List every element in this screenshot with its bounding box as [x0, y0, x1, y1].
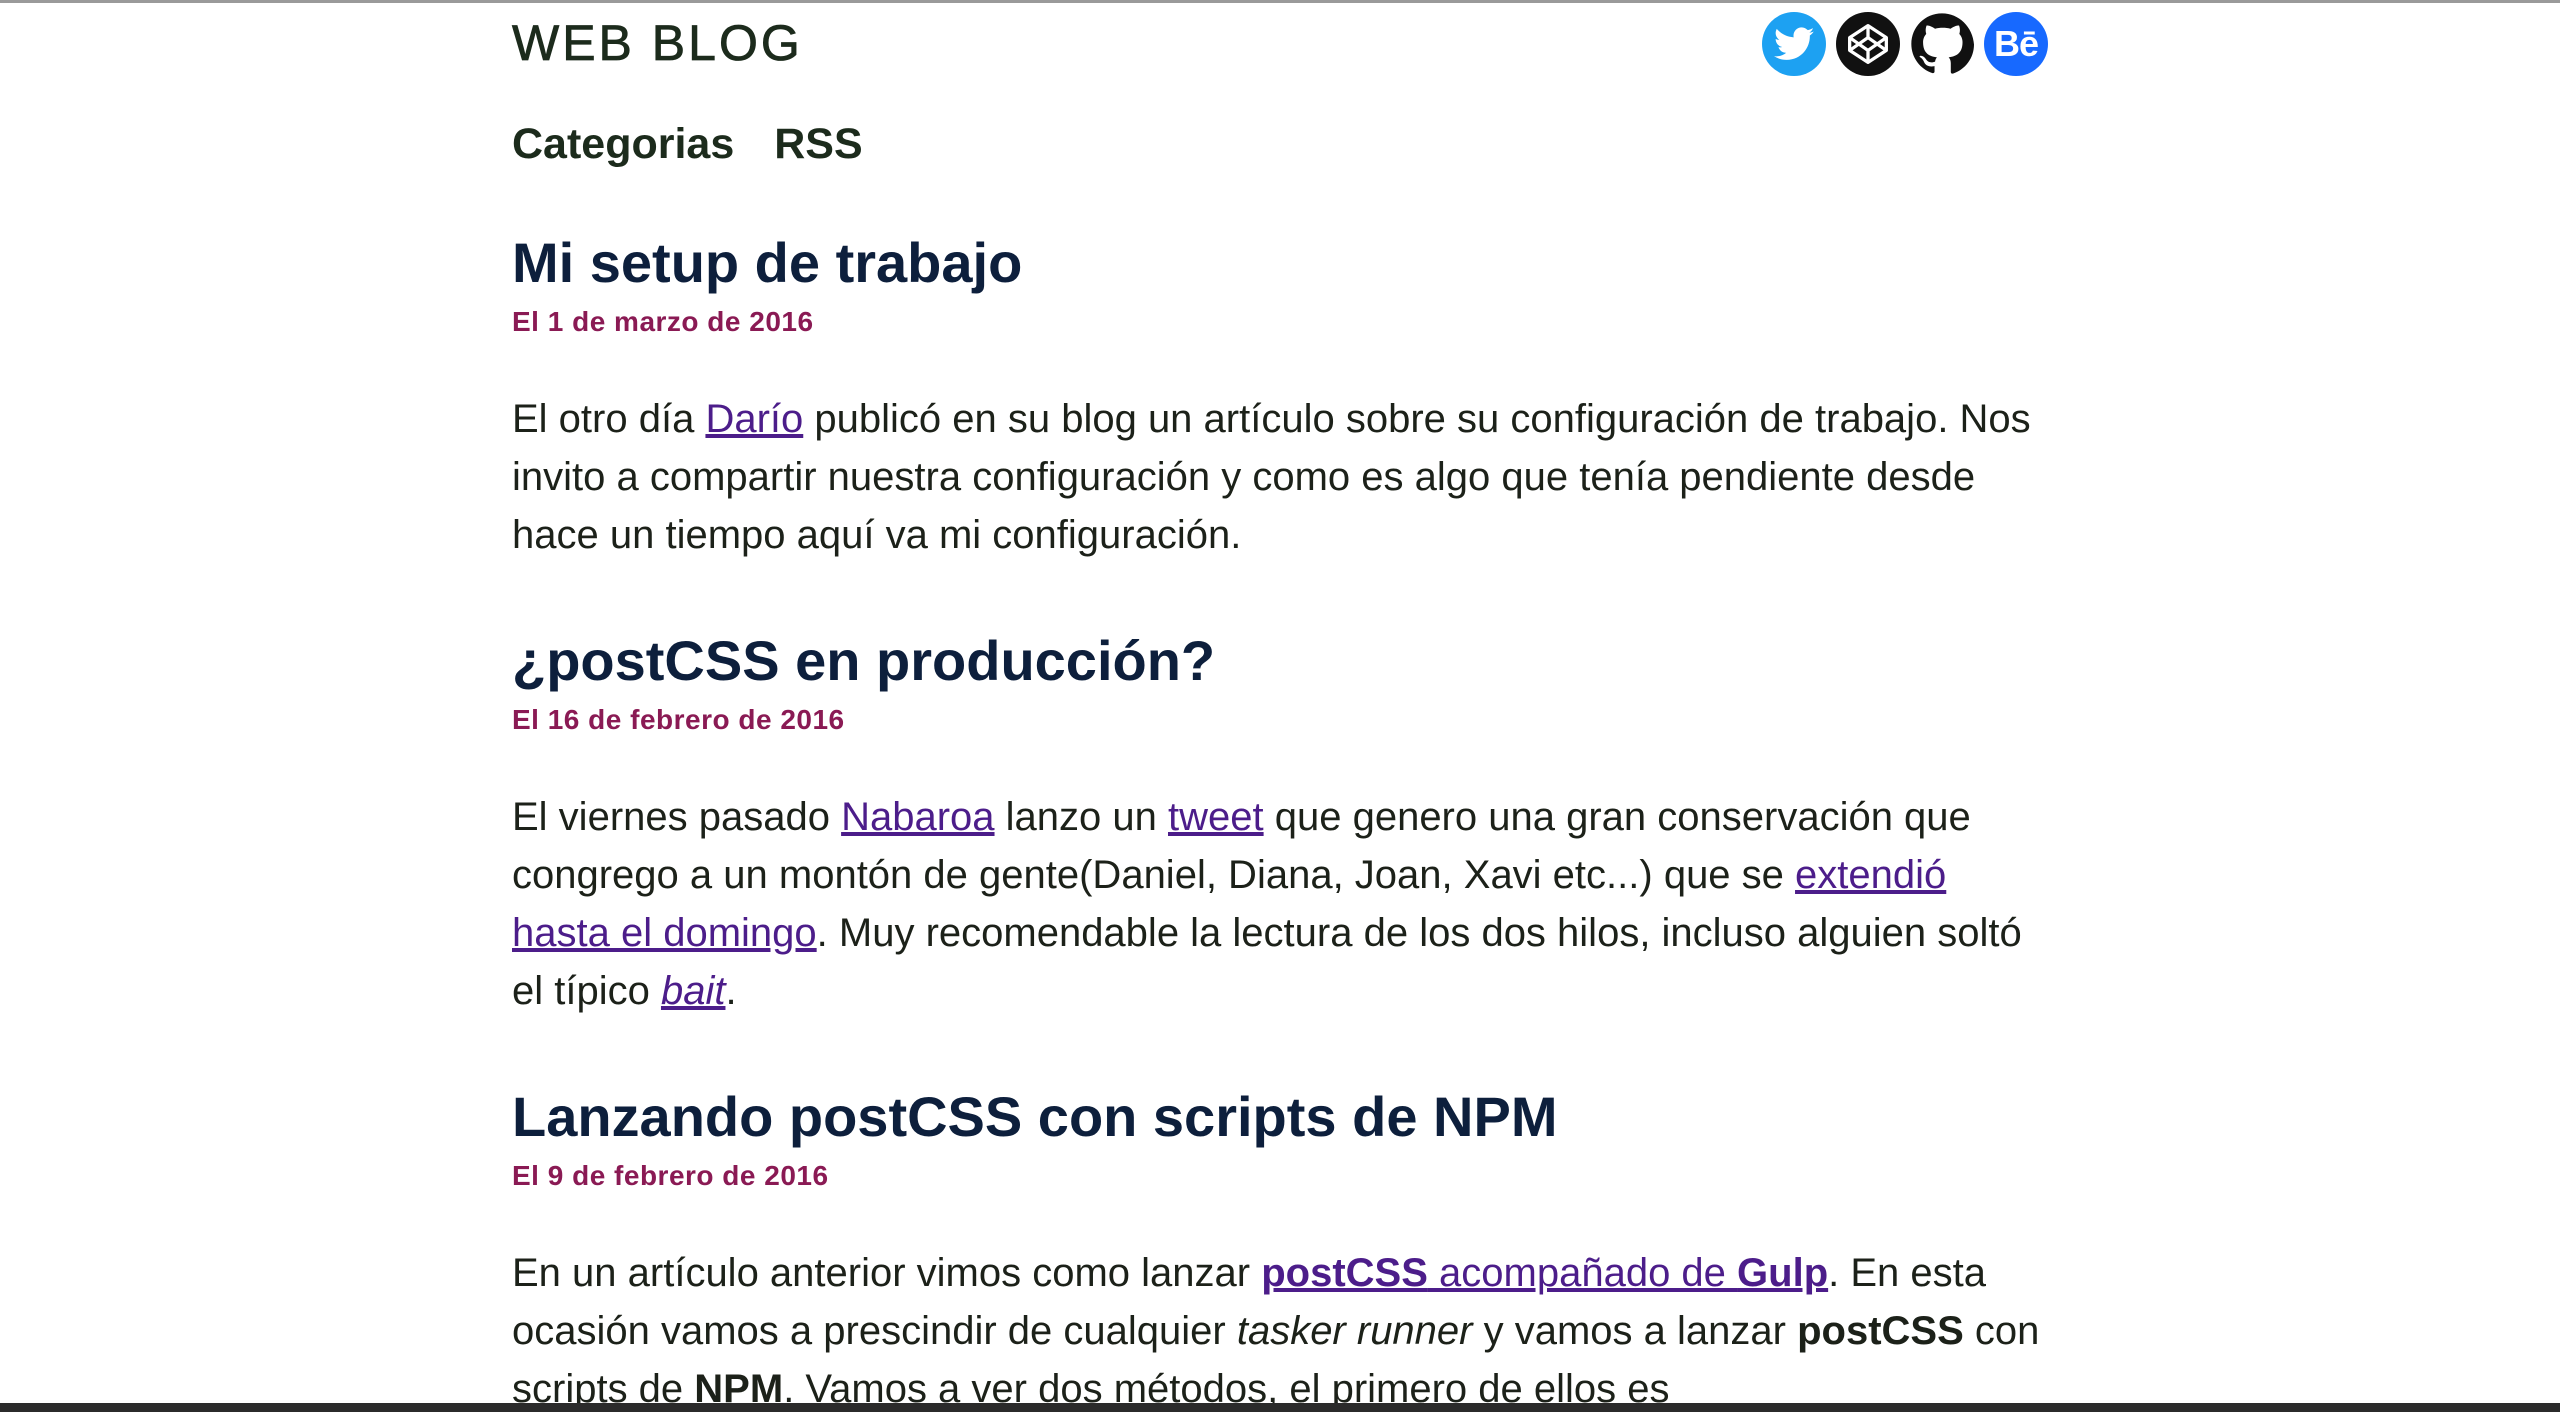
post-link[interactable]: Darío: [705, 397, 803, 441]
post-date: El 9 de febrero de 2016: [512, 1159, 829, 1191]
excerpt-text: .: [725, 968, 737, 1013]
site-title[interactable]: WEB BLOG: [512, 14, 803, 72]
post-title[interactable]: Mi setup de trabajo: [512, 232, 2048, 294]
nav-categories-link[interactable]: Categorias: [512, 120, 734, 169]
bold-text: postCSS: [1797, 1308, 1964, 1353]
post-item: Lanzando postCSS con scripts de NPM El 9…: [512, 1086, 2048, 1418]
nav-rss-link[interactable]: RSS: [774, 120, 862, 169]
emphasis-text: tasker runner: [1236, 1308, 1473, 1353]
post-link[interactable]: bait: [661, 969, 726, 1013]
window-bottom-border: [0, 1403, 2560, 1412]
post-item: ¿postCSS en producción? El 16 de febrero…: [512, 630, 2048, 1020]
window-top-border: [0, 0, 2560, 3]
excerpt-text: lanzo un: [994, 794, 1168, 839]
main-nav: Categorias RSS: [512, 120, 863, 169]
link-bold-text: postCSS: [1261, 1250, 1428, 1295]
link-bold-text: Gulp: [1737, 1250, 1829, 1295]
post-title[interactable]: Lanzando postCSS con scripts de NPM: [512, 1086, 2048, 1148]
codepen-icon[interactable]: [1836, 12, 1900, 76]
excerpt-text: El viernes pasado: [512, 794, 842, 839]
post-excerpt: El otro día Darío publicó en su blog un …: [512, 390, 2048, 564]
twitter-icon[interactable]: [1762, 12, 1826, 76]
post-link[interactable]: tweet: [1168, 795, 1264, 839]
social-links: Bē: [1762, 12, 2048, 76]
post-date: El 16 de febrero de 2016: [512, 703, 845, 735]
post-link[interactable]: postCSS acompañado de Gulp: [1261, 1251, 1828, 1295]
post-item: Mi setup de trabajo El 1 de marzo de 201…: [512, 232, 2048, 564]
github-icon[interactable]: [1910, 12, 1974, 76]
excerpt-text: En un artículo anterior vimos como lanza…: [512, 1250, 1262, 1295]
behance-icon[interactable]: Bē: [1984, 12, 2048, 76]
post-link[interactable]: Nabaroa: [841, 795, 994, 839]
post-excerpt: En un artículo anterior vimos como lanza…: [512, 1244, 2048, 1418]
link-text: acompañado de: [1427, 1250, 1738, 1295]
post-date: El 1 de marzo de 2016: [512, 305, 814, 337]
post-excerpt: El viernes pasado Nabaroa lanzo un tweet…: [512, 788, 2048, 1020]
post-title[interactable]: ¿postCSS en producción?: [512, 630, 2048, 692]
excerpt-text: El otro día: [512, 396, 706, 441]
excerpt-text: y vamos a lanzar: [1472, 1308, 1798, 1353]
